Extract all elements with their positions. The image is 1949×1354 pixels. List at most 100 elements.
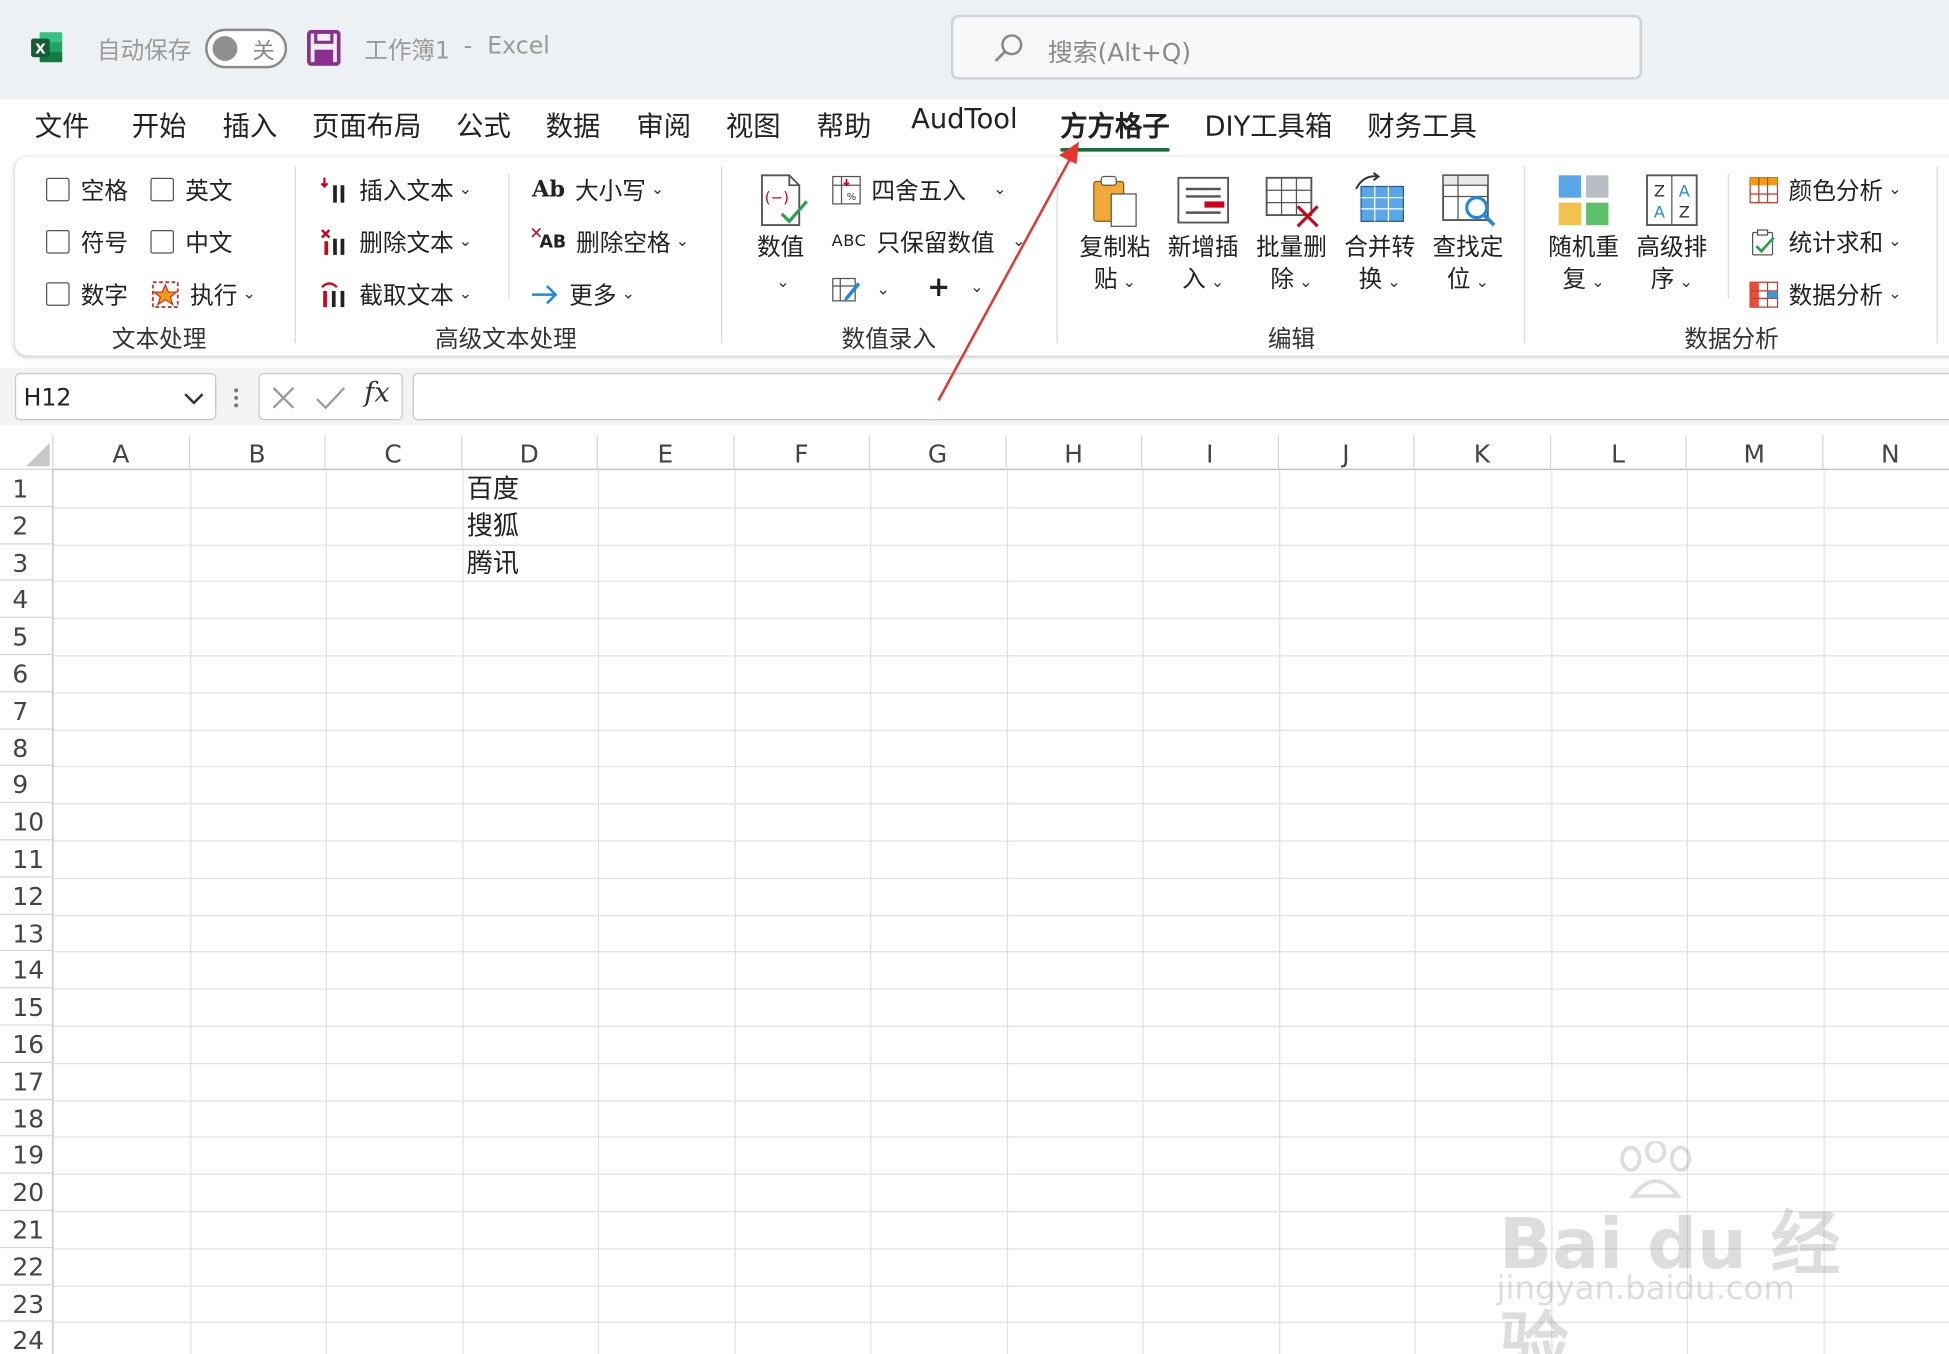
form-edit-icon: [832, 277, 861, 302]
formula-input[interactable]: [412, 372, 1949, 421]
column-header-e[interactable]: E: [597, 435, 734, 470]
batch-delete-label-2: 除: [1270, 266, 1295, 294]
tab-fangfanggezi[interactable]: 方方格子: [1060, 104, 1170, 152]
column-header-j[interactable]: J: [1278, 435, 1415, 470]
tab-home[interactable]: 开始: [132, 104, 187, 144]
stat-sum-button[interactable]: 统计求和 ⌄: [1749, 225, 1902, 259]
copy-paste-button[interactable]: 复制粘贴 ⌄: [1074, 172, 1156, 300]
cell-d2[interactable]: 搜狐: [467, 507, 519, 544]
tab-review[interactable]: 审阅: [636, 104, 691, 144]
column-header-c[interactable]: C: [325, 435, 462, 470]
checkbox-english[interactable]: 英文: [150, 173, 232, 207]
search-box[interactable]: 搜索(Alt+Q): [950, 14, 1643, 80]
chevron-down-icon: ⌄: [1012, 232, 1026, 252]
checkbox-number[interactable]: 数字: [45, 277, 128, 311]
group-label-data-analysis: 数据分析: [1684, 325, 1779, 354]
save-icon[interactable]: [307, 29, 341, 66]
row-header-7[interactable]: 7: [0, 692, 54, 730]
tab-page-layout[interactable]: 页面布局: [312, 104, 421, 144]
row-header-16[interactable]: 16: [0, 1025, 54, 1063]
case-button[interactable]: Ab 大小写 ⌄: [532, 173, 664, 207]
tab-diy-toolbox[interactable]: DIY工具箱: [1204, 104, 1332, 144]
extract-text-button[interactable]: 截取文本 ⌄: [319, 277, 472, 311]
random-repeat-button[interactable]: 随机重复 ⌄: [1543, 172, 1625, 300]
column-header-d[interactable]: D: [461, 435, 598, 470]
data-analysis-button[interactable]: 数据分析 ⌄: [1749, 277, 1902, 311]
row-header-5[interactable]: 5: [0, 618, 54, 656]
find-locate-button[interactable]: 查找定位 ⌄: [1427, 172, 1509, 300]
cell-d3[interactable]: 腾讯: [467, 544, 519, 581]
checkbox-symbol[interactable]: 符号: [45, 225, 128, 259]
column-header-f[interactable]: F: [733, 435, 871, 470]
insert-text-button[interactable]: 插入文本 ⌄: [319, 173, 472, 207]
merge-convert-icon: [1355, 172, 1404, 222]
round-button[interactable]: % 四舍五入 ⌄: [832, 173, 1007, 207]
cancel-icon[interactable]: [270, 384, 297, 411]
column-header-n[interactable]: N: [1822, 435, 1949, 470]
checkbox-space[interactable]: 空格: [45, 173, 128, 207]
row-header-12[interactable]: 12: [0, 877, 54, 915]
confirm-icon[interactable]: [314, 384, 346, 411]
insert-function-icon[interactable]: fx: [364, 378, 390, 409]
column-header-a[interactable]: A: [53, 435, 190, 470]
row-header-4[interactable]: 4: [0, 581, 54, 619]
execute-button[interactable]: 执行 ⌄: [150, 277, 256, 311]
column-header-i[interactable]: I: [1142, 435, 1279, 470]
row-header-17[interactable]: 17: [0, 1062, 54, 1100]
select-all-corner[interactable]: [0, 435, 54, 470]
row-header-19[interactable]: 19: [0, 1136, 54, 1174]
row-header-3[interactable]: 3: [0, 544, 54, 582]
tab-finance-tools[interactable]: 财务工具: [1367, 104, 1476, 144]
merge-convert-button[interactable]: 合并转换 ⌄: [1339, 172, 1421, 300]
new-insert-button[interactable]: 新增插入 ⌄: [1162, 172, 1244, 300]
row-header-18[interactable]: 18: [0, 1099, 54, 1137]
column-header-m[interactable]: M: [1686, 435, 1823, 470]
row-header-11[interactable]: 11: [0, 840, 54, 878]
tab-file[interactable]: 文件: [35, 104, 90, 144]
chevron-down-icon: ⌄: [1888, 284, 1902, 304]
advanced-sort-button[interactable]: ZAAZ 高级排序 ⌄: [1631, 172, 1713, 300]
tab-help[interactable]: 帮助: [817, 104, 872, 144]
checkbox-chinese[interactable]: 中文: [150, 225, 232, 259]
row-header-21[interactable]: 21: [0, 1210, 54, 1249]
row-header-13[interactable]: 13: [0, 914, 54, 952]
row-header-9[interactable]: 9: [0, 766, 54, 804]
row-header-14[interactable]: 14: [0, 951, 54, 989]
row-header-22[interactable]: 22: [0, 1248, 54, 1286]
row-header-2[interactable]: 2: [0, 507, 54, 545]
value-button[interactable]: (−) 数值 ⌄: [750, 172, 812, 300]
row-header-23[interactable]: 23: [0, 1285, 54, 1323]
batch-delete-button[interactable]: 批量删除 ⌄: [1250, 172, 1332, 300]
chevron-down-icon[interactable]: [183, 387, 205, 409]
advanced-sort-label-1: 高级排: [1636, 233, 1708, 262]
tab-audtool[interactable]: AudTool: [911, 104, 1018, 135]
autosave-toggle[interactable]: 关: [205, 28, 288, 69]
row-header-15[interactable]: 15: [0, 988, 54, 1026]
delete-space-button[interactable]: ✕ AB 删除空格 ⌄: [530, 224, 690, 259]
column-header-h[interactable]: H: [1006, 435, 1143, 470]
tab-insert[interactable]: 插入: [222, 104, 277, 144]
tab-data[interactable]: 数据: [546, 104, 601, 144]
row-header-6[interactable]: 6: [0, 655, 54, 693]
cell-d1[interactable]: 百度: [467, 470, 519, 507]
tab-formulas[interactable]: 公式: [456, 104, 511, 144]
delete-text-button[interactable]: 删除文本 ⌄: [319, 225, 472, 259]
row-header-20[interactable]: 20: [0, 1173, 54, 1211]
row-header-1[interactable]: 1: [0, 469, 54, 508]
tab-view[interactable]: 视图: [726, 104, 781, 144]
row-header-8[interactable]: 8: [0, 729, 54, 767]
more-button[interactable]: 更多 ⌄: [530, 277, 635, 311]
column-header-b[interactable]: B: [189, 435, 326, 470]
row-header-10[interactable]: 10: [0, 803, 54, 841]
keep-numbers-button[interactable]: ABC 只保留数值 ⌄: [832, 225, 1026, 259]
column-header-l[interactable]: L: [1550, 435, 1687, 470]
column-header-g[interactable]: G: [870, 435, 1007, 470]
column-header-k[interactable]: K: [1414, 435, 1551, 470]
add-button[interactable]: + ⌄: [927, 272, 983, 303]
more-options-icon[interactable]: [231, 385, 241, 410]
color-analysis-button[interactable]: 颜色分析 ⌄: [1749, 173, 1902, 207]
name-box[interactable]: H12: [14, 372, 217, 421]
row-header-24[interactable]: 24: [0, 1322, 54, 1354]
chevron-down-icon: ⌄: [675, 232, 690, 252]
form-edit-button[interactable]: ⌄: [832, 275, 890, 305]
